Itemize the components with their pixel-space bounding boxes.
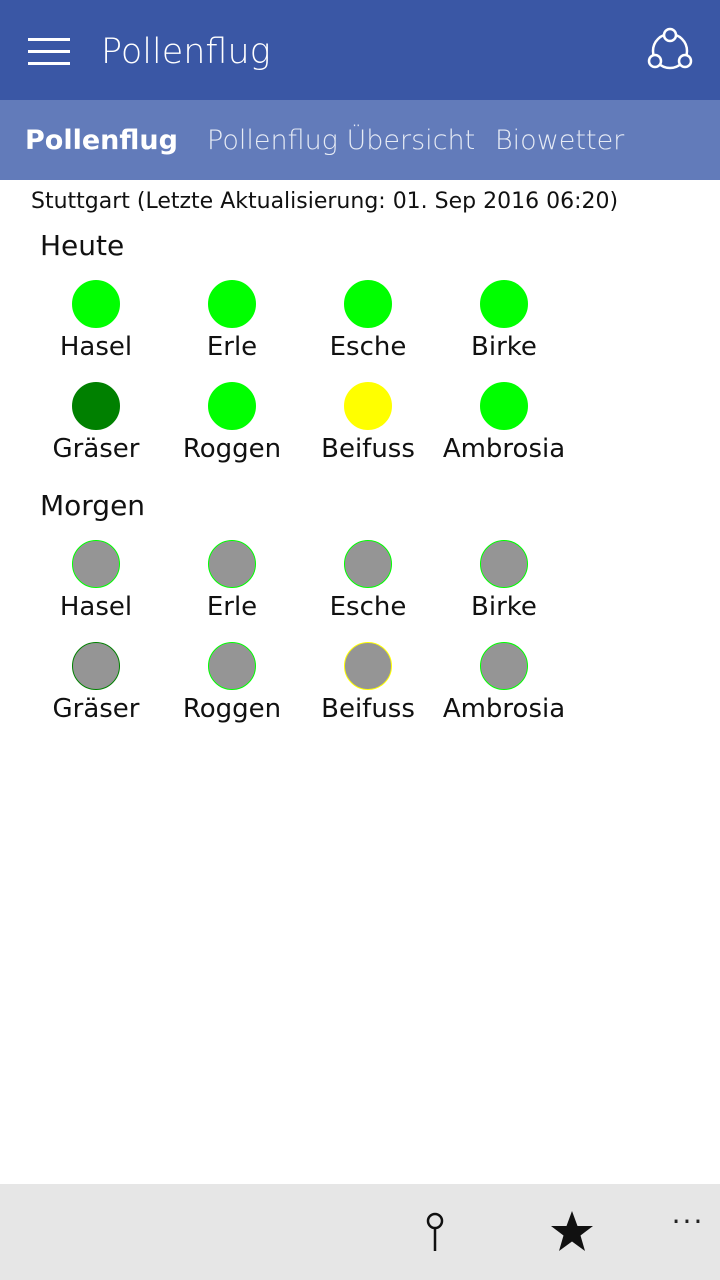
more-options-button[interactable]: ··· xyxy=(666,1204,710,1244)
pollen-item: Gräser xyxy=(28,642,164,742)
pollen-level-indicator xyxy=(344,382,392,430)
app-title: Pollenflug xyxy=(101,32,271,72)
pollen-item: Ambrosia xyxy=(436,642,572,742)
location-pin-icon[interactable] xyxy=(411,1208,459,1256)
pollen-level-indicator xyxy=(72,540,120,588)
pollen-level-indicator xyxy=(208,642,256,690)
pollen-level-indicator xyxy=(208,382,256,430)
tab-pollenflug[interactable]: Pollenflug xyxy=(25,123,178,159)
pollen-name: Gräser xyxy=(52,434,140,464)
pollen-level-indicator xyxy=(480,540,528,588)
pollen-item: Beifuss xyxy=(300,382,436,482)
pollen-name: Erle xyxy=(206,332,258,362)
pollen-name: Erle xyxy=(206,592,258,622)
pollen-item: Esche xyxy=(300,280,436,380)
pollen-level-indicator xyxy=(480,280,528,328)
tab-pollenflug-uebersicht[interactable]: Pollenflug Übersicht xyxy=(207,123,475,159)
pollen-name: Birke xyxy=(471,332,537,362)
pollen-level-indicator xyxy=(208,540,256,588)
pollen-name: Gräser xyxy=(52,694,140,724)
pollen-name: Beifuss xyxy=(321,694,415,724)
title-bar: Pollenflug xyxy=(0,0,720,100)
pollen-name: Hasel xyxy=(59,592,133,622)
pollen-item: Roggen xyxy=(164,382,300,482)
pollen-item: Esche xyxy=(300,540,436,640)
pollen-level-indicator xyxy=(480,382,528,430)
pollen-item: Birke xyxy=(436,280,572,380)
hamburger-menu-icon[interactable] xyxy=(26,36,72,66)
pollen-name: Ambrosia xyxy=(442,694,566,724)
pollen-name: Ambrosia xyxy=(442,434,566,464)
pollen-level-indicator xyxy=(208,280,256,328)
pollen-item: Erle xyxy=(164,540,300,640)
share-icon[interactable] xyxy=(646,27,694,75)
tab-bar: Pollenflug Pollenflug Übersicht Biowette… xyxy=(0,100,720,180)
pollen-item: Roggen xyxy=(164,642,300,742)
pollen-level-indicator xyxy=(344,540,392,588)
pollen-name: Esche xyxy=(329,332,407,362)
star-icon[interactable] xyxy=(548,1208,596,1256)
pollen-level-indicator xyxy=(344,280,392,328)
pollen-item: Erle xyxy=(164,280,300,380)
pollen-level-indicator xyxy=(480,642,528,690)
pollen-name: Roggen xyxy=(182,694,282,724)
pollen-level-indicator xyxy=(344,642,392,690)
pollen-name: Beifuss xyxy=(321,434,415,464)
day-heading-morgen: Morgen xyxy=(40,489,146,522)
pollen-name: Birke xyxy=(471,592,537,622)
last-update-text: Stuttgart (Letzte Aktualisierung: 01. Se… xyxy=(31,189,619,214)
pollen-name: Roggen xyxy=(182,434,282,464)
pollen-item: Birke xyxy=(436,540,572,640)
pollen-name: Hasel xyxy=(59,332,133,362)
day-heading-heute: Heute xyxy=(40,229,125,262)
pollen-level-indicator xyxy=(72,642,120,690)
app-bar xyxy=(0,1184,720,1280)
tab-biowetter[interactable]: Biowetter xyxy=(495,123,624,159)
pollen-item: Hasel xyxy=(28,280,164,380)
pollen-item: Hasel xyxy=(28,540,164,640)
pollen-item: Gräser xyxy=(28,382,164,482)
pollen-name: Esche xyxy=(329,592,407,622)
pollen-level-indicator xyxy=(72,382,120,430)
pollen-level-indicator xyxy=(72,280,120,328)
pollen-item: Ambrosia xyxy=(436,382,572,482)
pollen-item: Beifuss xyxy=(300,642,436,742)
